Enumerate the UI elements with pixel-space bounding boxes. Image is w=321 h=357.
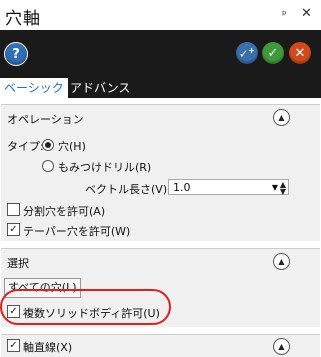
type-label: タイプ: [7,140,44,153]
collapse-axis-line-icon[interactable]: ▲ [273,338,290,355]
collapse-selection-icon[interactable]: ▲ [273,253,290,270]
operation-group: オペレーション ▲ タイプ: 穴(H) もみつけドリル(R) ベクトル長さ(V)… [1,104,320,241]
operation-header: オペレーション [7,113,84,126]
radio-tap-drill[interactable] [42,160,54,172]
axis-line-label: 軸直線(X) [23,341,73,354]
tab-bar: ベーシック アドバンス [0,76,321,98]
panel-body: オペレーション ▲ タイプ: 穴(H) もみつけドリル(R) ベクトル長さ(V)… [0,98,321,357]
ok-and-new-button[interactable]: ✓+ [236,42,258,64]
ok-plus-icon: ✓+ [239,45,255,61]
tab-advanced[interactable]: アドバンス [66,78,134,98]
dropdown-arrow-icon[interactable]: ▼ [272,180,278,196]
axis-line-checkbox[interactable]: ✓ [7,339,20,352]
close-icon[interactable]: ✕ [301,6,312,21]
pin-icon[interactable]: ᵖ [282,8,287,21]
radio-hole[interactable] [42,139,54,151]
split-hole-label: 分割穴を許可(A) [23,205,106,218]
taper-hole-checkbox[interactable]: ✓ [7,223,20,236]
vector-length-label: ベクトル長さ(V): [85,183,171,196]
highlight-annotation [0,289,171,325]
help-button[interactable]: ? [4,42,28,66]
taper-hole-label: テーパー穴を許可(W) [23,225,131,238]
tab-basic[interactable]: ベーシック [0,78,68,98]
panel-title: 穴軸 [5,9,41,29]
ok-button[interactable]: ✓ [262,42,284,64]
radio-tap-drill-label: もみつけドリル(R) [58,161,152,174]
panel-titlebar: 穴軸 ᵖ ✕ [0,0,321,30]
vector-length-value: 1.0 [173,181,191,194]
vector-length-field[interactable]: 1.0 ▼ ▲ ▼ [168,179,289,196]
selection-header: 選択 [7,257,29,270]
cancel-button[interactable]: ✕ [289,42,311,64]
collapse-operation-icon[interactable]: ▲ [273,109,290,126]
radio-hole-label: 穴(H) [58,140,86,153]
spin-down-icon[interactable]: ▼ [280,188,286,196]
axis-line-group: ✓ 軸直線(X) ▲ [1,334,320,357]
panel-toolbar: ? ✓+ ✓ ✕ [0,30,321,76]
split-hole-checkbox[interactable] [7,203,20,216]
